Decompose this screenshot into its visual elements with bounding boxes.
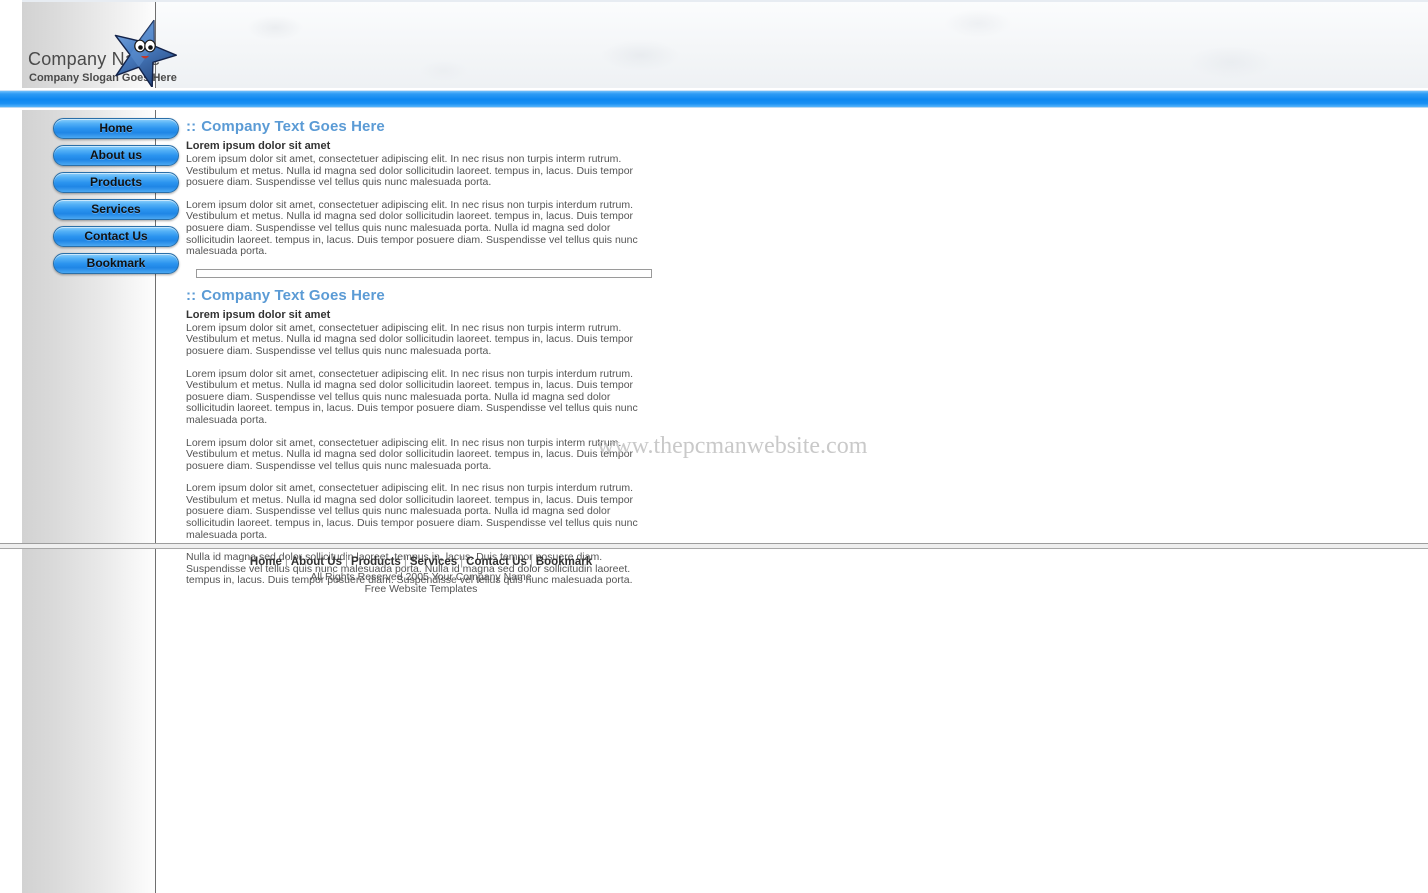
- main-content: :: Company Text Goes Here Lorem ipsum dol…: [186, 118, 886, 598]
- body-paragraph: Lorem ipsum dolor sit amet, consectetuer…: [186, 482, 638, 541]
- section-title: :: Company Text Goes Here: [186, 287, 886, 304]
- sidebar-item-products[interactable]: Products: [53, 172, 179, 193]
- sidebar-item-contact-us[interactable]: Contact Us: [53, 226, 179, 247]
- footer-separator: |: [344, 556, 348, 568]
- sidebar-item-services[interactable]: Services: [53, 199, 179, 220]
- body-paragraph: Lorem ipsum dolor sit amet, consectetuer…: [186, 198, 638, 258]
- footer-separator: |: [284, 556, 288, 568]
- logo-box: Company Name Company Slogan Goes Here: [22, 2, 177, 88]
- footer-link-products[interactable]: Products: [351, 556, 401, 568]
- main-navigation: Home About us Products Services Contact …: [53, 118, 179, 280]
- footer-link-about-us[interactable]: About Us: [291, 556, 342, 568]
- footer-copyright: All Rights Reserved 2005 Your Company Na…: [310, 571, 532, 583]
- header-background-texture: [22, 2, 1428, 88]
- section-title: :: Company Text Goes Here: [186, 118, 886, 135]
- footer-link-services[interactable]: Services: [410, 556, 457, 568]
- nav-label: About us: [90, 148, 142, 162]
- sidebar-item-bookmark[interactable]: Bookmark: [53, 253, 179, 274]
- footer-separator: |: [529, 556, 533, 568]
- section-subtitle: Lorem ipsum dolor sit amet: [186, 140, 331, 152]
- footer-separator: |: [403, 556, 407, 568]
- section-divider: [196, 268, 652, 278]
- nav-label: Home: [99, 121, 133, 135]
- company-slogan: Company Slogan Goes Here: [29, 72, 177, 84]
- nav-label: Services: [91, 202, 141, 216]
- body-paragraph: Lorem ipsum dolor sit amet, consectetuer…: [186, 153, 634, 189]
- footer-link-contact-us[interactable]: Contact Us: [466, 556, 527, 568]
- body-paragraph: Lorem ipsum dolor sit amet, consectetuer…: [186, 321, 634, 357]
- nav-label: Contact Us: [84, 229, 148, 243]
- footer-tagline: Free Website Templates: [364, 583, 478, 595]
- header-blue-bar: [0, 90, 1428, 108]
- nav-label: Bookmark: [86, 256, 146, 270]
- page-root: Company Name Company Slogan Goes Here Ho…: [0, 0, 1428, 893]
- company-name: Company Name: [28, 49, 161, 69]
- footer-link-bookmark[interactable]: Bookmark: [536, 556, 592, 568]
- footer-link-home[interactable]: Home: [250, 556, 282, 568]
- site-header: Company Name Company Slogan Goes Here: [0, 0, 1428, 88]
- content-section-2: :: Company Text Goes Here Lorem ipsum dol…: [186, 287, 886, 587]
- content-section-1: :: Company Text Goes Here Lorem ipsum dol…: [186, 118, 886, 278]
- footer-divider: [0, 543, 1428, 549]
- site-footer: Home | About Us | Products | Services | Contact …: [156, 556, 686, 595]
- section-marks: ::: [186, 118, 197, 135]
- section-marks: ::: [186, 286, 197, 304]
- section-title-text: Company Text Goes Here: [201, 118, 385, 135]
- sidebar-item-home[interactable]: Home: [53, 118, 179, 139]
- section-title-text: Company Text Goes Here: [201, 286, 385, 304]
- body-paragraph: Lorem ipsum dolor sit amet, consectetuer…: [186, 436, 634, 472]
- footer-separator: |: [460, 556, 464, 568]
- footer-navigation: Home | About Us | Products | Services | Contact …: [156, 556, 686, 568]
- nav-label: Products: [89, 175, 142, 189]
- sidebar-item-about-us[interactable]: About us: [53, 145, 179, 166]
- body-paragraph: Lorem ipsum dolor sit amet, consectetuer…: [186, 367, 638, 426]
- section-subtitle: Lorem ipsum dolor sit amet: [186, 308, 331, 321]
